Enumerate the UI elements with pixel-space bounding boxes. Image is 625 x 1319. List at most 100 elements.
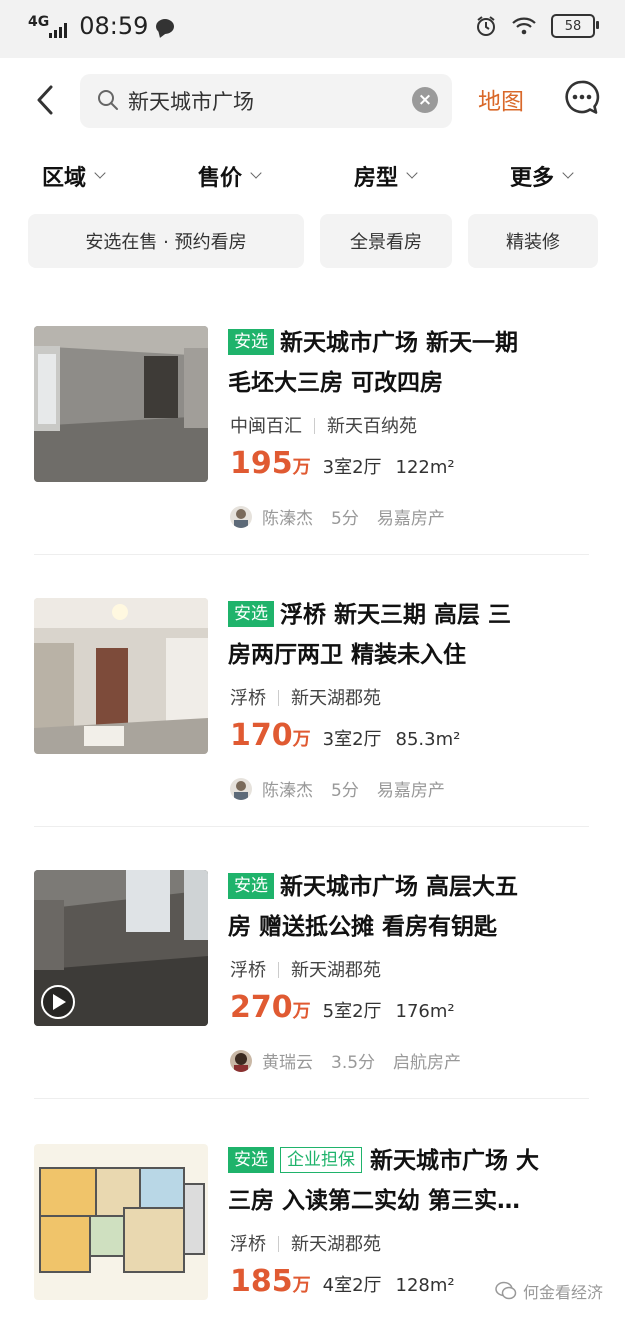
- listing-title-line1: 安选 浮桥 新天三期 高层 三: [228, 598, 511, 632]
- filter-room-type[interactable]: 房型: [354, 160, 418, 192]
- divider: [278, 1236, 279, 1252]
- room-layout: 4室2厅: [322, 1275, 382, 1296]
- chevron-down-icon: [562, 167, 574, 179]
- community-name: 新天百纳苑: [327, 416, 417, 437]
- listing-location: 浮桥 新天湖郡苑: [230, 956, 381, 982]
- price: 185: [230, 1264, 293, 1299]
- floorplan-photo: [34, 1144, 208, 1300]
- community-name: 新天湖郡苑: [291, 960, 381, 981]
- listing-title-line2: 三房 入读第二实幼 第三实…: [228, 1188, 521, 1214]
- listing-location: 中闽百汇 新天百纳苑: [230, 412, 417, 438]
- filter-bar: 区域 售价 房型 更多: [0, 160, 625, 200]
- search-icon: [98, 90, 118, 110]
- community-name: 新天湖郡苑: [291, 688, 381, 709]
- divider: [34, 1098, 589, 1099]
- map-link[interactable]: 地图: [478, 82, 524, 116]
- agent-info: 陈溱杰 5分 易嘉房产: [230, 504, 463, 529]
- floor-area: 128m²: [395, 1275, 455, 1296]
- listing-title-line1: 安选 新天城市广场 高层大五: [228, 870, 518, 904]
- agent-name: 陈溱杰: [262, 781, 313, 801]
- listing-card[interactable]: 安选 新天城市广场 新天一期 毛坯大三房 可改四房 中闽百汇 新天百纳苑 195 万 3…: [0, 326, 625, 556]
- price-unit: 万: [292, 457, 311, 478]
- agent-score: 3.5分: [331, 1053, 376, 1073]
- filter-label: 区域: [42, 166, 87, 191]
- message-icon[interactable]: [564, 79, 600, 117]
- agency-name: 启航房产: [393, 1053, 462, 1073]
- listing-title-line2: 房 赠送抵公摊 看房有钥匙: [228, 914, 498, 940]
- divider: [278, 690, 279, 706]
- area-name: 浮桥: [230, 688, 266, 709]
- verified-tag: 安选: [228, 1147, 274, 1173]
- agent-info: 陈溱杰 5分 易嘉房产: [230, 776, 463, 801]
- title-text: 新天城市广场 高层大五: [280, 874, 519, 900]
- chevron-down-icon: [406, 167, 418, 179]
- room-layout: 5室2厅: [322, 1001, 382, 1022]
- area-name: 浮桥: [230, 960, 266, 981]
- status-bar: 4G 08:59 58: [0, 0, 625, 58]
- agency-name: 易嘉房产: [376, 781, 445, 801]
- chat-notification-icon: [156, 18, 175, 34]
- listing-card[interactable]: 安选 浮桥 新天三期 高层 三 房两厅两卫 精装未入住 浮桥 新天湖郡苑 170 万 3…: [0, 598, 625, 828]
- chip-verified-viewing[interactable]: 安选在售 · 预约看房: [28, 214, 304, 268]
- agent-name: 黄瑞云: [262, 1053, 313, 1073]
- price-unit: 万: [292, 1001, 311, 1022]
- floor-area: 85.3m²: [395, 729, 461, 750]
- watermark-text: 何金看经济: [522, 1283, 603, 1302]
- back-arrow-icon: [37, 85, 53, 115]
- floor-area: 122m²: [395, 457, 455, 478]
- listing-title-line2: 房两厅两卫 精装未入住: [228, 642, 467, 668]
- area-name: 中闽百汇: [230, 416, 302, 437]
- price-row: 170 万 3室2厅 85.3m²: [230, 718, 474, 753]
- clear-search-button[interactable]: ×: [412, 87, 438, 113]
- filter-label: 售价: [198, 166, 243, 191]
- filter-region[interactable]: 区域: [42, 160, 106, 192]
- listing-photo: [34, 870, 208, 1026]
- watermark: 何金看经济: [495, 1279, 603, 1303]
- room-layout: 3室2厅: [322, 729, 382, 750]
- search-header: 新天城市广场 × 地图: [0, 58, 625, 146]
- status-time: 08:59: [79, 12, 149, 40]
- alarm-icon: [477, 16, 495, 36]
- avatar: [230, 505, 252, 528]
- listing-title-line1: 安选 企业担保 新天城市广场 大: [228, 1144, 539, 1178]
- avatar: [230, 777, 252, 800]
- divider: [314, 418, 315, 434]
- chevron-down-icon: [94, 167, 106, 179]
- chip-panorama[interactable]: 全景看房: [320, 214, 452, 268]
- listing-photo: [34, 326, 208, 482]
- divider: [34, 826, 589, 827]
- listing-card[interactable]: 安选 新天城市广场 高层大五 房 赠送抵公摊 看房有钥匙 浮桥 新天湖郡苑 270 万…: [0, 870, 625, 1100]
- verified-tag: 安选: [228, 329, 274, 355]
- title-text: 新天城市广场 新天一期: [280, 330, 519, 356]
- chip-furnished[interactable]: 精装修: [468, 214, 598, 268]
- quick-filter-chips: 安选在售 · 预约看房 全景看房 精装修: [0, 214, 625, 268]
- filter-label: 更多: [510, 166, 555, 191]
- title-text: 浮桥 新天三期 高层 三: [280, 602, 512, 628]
- price-unit: 万: [292, 1275, 311, 1296]
- search-input[interactable]: 新天城市广场 ×: [80, 74, 452, 128]
- filter-label: 房型: [354, 166, 399, 191]
- community-name: 新天湖郡苑: [291, 1234, 381, 1255]
- listing-location: 浮桥 新天湖郡苑: [230, 684, 381, 710]
- listing-photo: [34, 598, 208, 754]
- filter-price[interactable]: 售价: [198, 160, 262, 192]
- divider: [34, 554, 589, 555]
- agency-name: 易嘉房产: [376, 509, 445, 529]
- divider: [278, 962, 279, 978]
- area-name: 浮桥: [230, 1234, 266, 1255]
- network-indicator: 4G: [28, 14, 50, 30]
- price: 270: [230, 990, 293, 1025]
- agent-info: 黄瑞云 3.5分 启航房产: [230, 1048, 479, 1073]
- avatar: [230, 1049, 252, 1072]
- back-button[interactable]: [28, 80, 62, 120]
- battery-indicator: 58: [551, 14, 599, 38]
- search-query: 新天城市广场: [128, 90, 254, 114]
- signal-icon: [49, 22, 68, 38]
- agent-score: 5分: [331, 781, 359, 801]
- title-text: 新天城市广场 大: [370, 1148, 540, 1174]
- price-row: 185 万 4室2厅 128m²: [230, 1264, 469, 1299]
- enterprise-guarantee-tag: 企业担保: [280, 1147, 362, 1173]
- filter-more[interactable]: 更多: [510, 160, 574, 192]
- listing-location: 浮桥 新天湖郡苑: [230, 1230, 381, 1256]
- floor-area: 176m²: [395, 1001, 455, 1022]
